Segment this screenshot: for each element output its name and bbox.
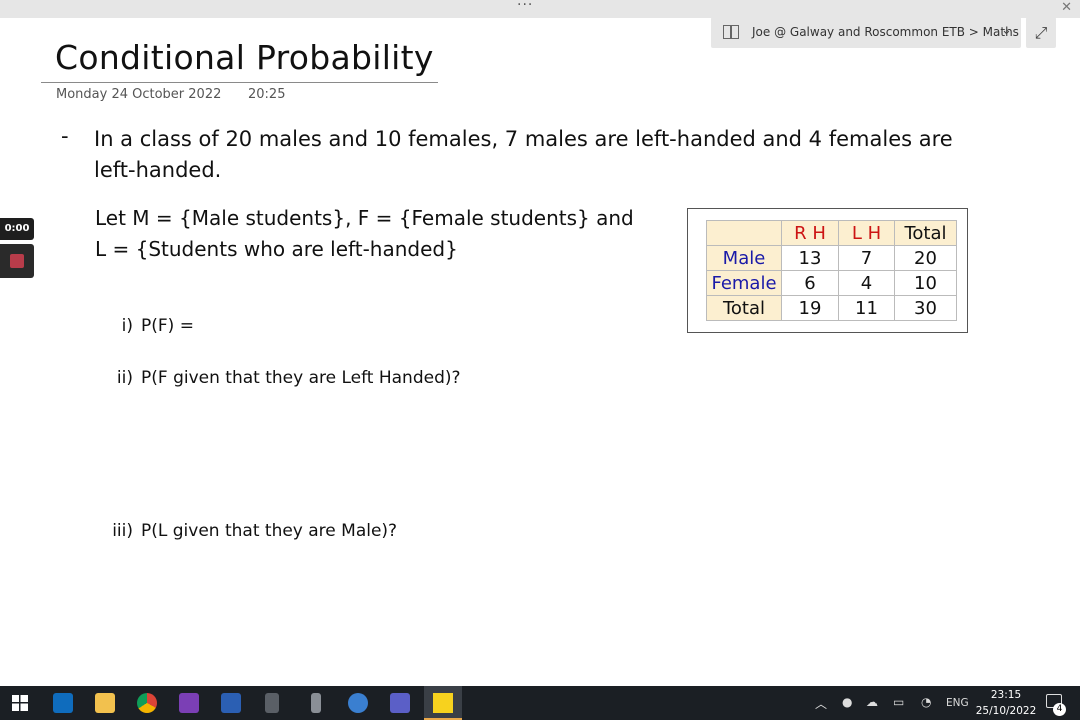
notification-count-badge: 4 xyxy=(1053,703,1066,716)
row-label-male: Male xyxy=(706,245,782,271)
problem-statement[interactable]: In a class of 20 males and 10 females, 7… xyxy=(94,124,984,186)
windows-start-icon[interactable] xyxy=(12,695,28,711)
table-cell: 7 xyxy=(838,245,895,271)
table-header-row: R H L H Total xyxy=(706,220,957,246)
windows-taskbar: ︿ ● ☁ ▭ ◔ ENG 23:15 25/10/2022 xyxy=(0,686,1080,720)
page-title[interactable]: Conditional Probability xyxy=(55,38,434,77)
sticky-notes-icon xyxy=(433,693,453,713)
set-definition-line-2[interactable]: L = {Students who are left-handed} xyxy=(95,237,458,261)
clock-time: 23:15 xyxy=(990,689,1022,701)
question-number: ii) xyxy=(116,368,133,388)
show-hidden-icons-icon[interactable]: ︿ xyxy=(815,695,827,712)
table-corner-cell xyxy=(706,220,782,246)
outlook-icon[interactable] xyxy=(53,693,73,713)
table-row: Male 13 7 20 xyxy=(706,245,957,271)
window-title-bar: ··· ✕ xyxy=(0,0,1080,18)
close-icon[interactable]: ✕ xyxy=(1061,0,1072,15)
table-cell: 4 xyxy=(838,270,895,296)
more-options-icon[interactable]: ··· xyxy=(517,0,533,13)
header-left-handed: L H xyxy=(838,220,895,246)
question-2[interactable]: ii) P(F given that they are Left Handed)? xyxy=(96,368,461,388)
battery-icon[interactable]: ▭ xyxy=(893,695,904,709)
table-cell: 30 xyxy=(894,295,957,321)
title-underline xyxy=(41,82,438,83)
question-text: P(F given that they are Left Handed)? xyxy=(141,368,461,388)
chevron-down-icon[interactable]: ⌄ xyxy=(1001,23,1012,38)
table-cell: 6 xyxy=(781,270,839,296)
question-number: i) xyxy=(121,316,133,336)
header-total: Total xyxy=(894,220,957,246)
system-clock[interactable]: 23:15 25/10/2022 xyxy=(970,687,1042,719)
wifi-icon[interactable]: ◔ xyxy=(921,695,931,709)
recording-timer: 0:00 xyxy=(0,218,34,240)
header-right-handed: R H xyxy=(781,220,839,246)
breadcrumb-text: Joe @ Galway and Roscommon ETB > Maths xyxy=(752,25,1019,39)
table-cell: 13 xyxy=(781,245,839,271)
question-number: iii) xyxy=(112,521,133,541)
two-way-table: R H L H Total Male 13 7 20 Female 6 4 10… xyxy=(706,220,957,321)
page-date: Monday 24 October 2022 xyxy=(56,87,222,102)
table-cell: 19 xyxy=(781,295,839,321)
word-icon[interactable] xyxy=(221,693,241,713)
row-label-total: Total xyxy=(706,295,782,321)
table-row: Total 19 11 30 xyxy=(706,295,957,321)
language-indicator[interactable]: ENG xyxy=(946,697,969,709)
onedrive-cloud-icon[interactable]: ☁ xyxy=(866,695,878,709)
notebook-breadcrumb[interactable]: Joe @ Galway and Roscommon ETB > Maths ⌄ xyxy=(711,17,1021,48)
stop-icon xyxy=(10,254,24,268)
set-definition-line-1[interactable]: Let M = {Male students}, F = {Female stu… xyxy=(95,206,634,230)
question-3[interactable]: iii) P(L given that they are Male)? xyxy=(96,521,397,541)
microphone-icon[interactable]: ● xyxy=(842,695,852,709)
page-time: 20:25 xyxy=(248,87,286,102)
bullet-dash: - xyxy=(61,124,69,148)
question-text: P(F) = xyxy=(141,316,194,336)
file-explorer-icon[interactable] xyxy=(95,693,115,713)
fullscreen-expand-icon[interactable]: ⤢ xyxy=(1026,17,1056,48)
table-row: Female 6 4 10 xyxy=(706,270,957,296)
app-circle-icon[interactable] xyxy=(348,693,368,713)
chrome-icon[interactable] xyxy=(137,693,157,713)
notebook-icon xyxy=(723,25,739,39)
teams-icon[interactable] xyxy=(390,693,410,713)
row-label-female: Female xyxy=(706,270,782,296)
table-cell: 20 xyxy=(894,245,957,271)
stop-recording-button[interactable] xyxy=(0,244,34,278)
onenote-icon[interactable] xyxy=(179,693,199,713)
clock-date: 25/10/2022 xyxy=(975,705,1037,717)
calculator-icon[interactable] xyxy=(265,693,279,713)
table-cell: 10 xyxy=(894,270,957,296)
question-1[interactable]: i) P(F) = xyxy=(96,316,194,336)
table-cell: 11 xyxy=(838,295,895,321)
sticky-notes-active-tab[interactable] xyxy=(424,686,462,720)
question-text: P(L given that they are Male)? xyxy=(141,521,398,541)
phone-icon[interactable] xyxy=(311,693,321,713)
